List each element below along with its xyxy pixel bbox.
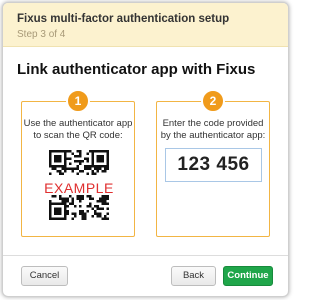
step-2-panel: 2 Enter the code provided by the authent… <box>156 89 270 237</box>
back-button[interactable]: Back <box>171 266 216 286</box>
step-1-instruction-line1: Use the authenticator app <box>23 118 133 129</box>
step-2-instruction-line2: by the authenticator app: <box>160 130 266 141</box>
cancel-button[interactable]: Cancel <box>21 266 68 286</box>
qr-example-label: EXAMPLE <box>44 180 114 196</box>
step-2-instruction: Enter the code provided by the authentic… <box>157 118 269 142</box>
step-2-badge: 2 <box>201 89 225 113</box>
dialog-footer: Cancel Back Continue <box>3 255 288 296</box>
step-2-instruction-line1: Enter the code provided <box>162 118 264 129</box>
page-title: Link authenticator app with Fixus <box>17 61 256 78</box>
dialog-title: Fixus multi-factor authentication setup <box>17 13 230 25</box>
mfa-setup-dialog: Fixus multi-factor authentication setup … <box>2 2 289 297</box>
continue-button[interactable]: Continue <box>223 266 273 286</box>
step-1-badge: 1 <box>66 89 90 113</box>
step-1-instruction: Use the authenticator app to scan the QR… <box>22 118 134 142</box>
verification-code-input[interactable]: 123 456 <box>165 148 262 182</box>
step-indicator: Step 3 of 4 <box>17 29 66 40</box>
step-1-instruction-line2: to scan the QR code: <box>33 130 123 141</box>
dialog-header: Fixus multi-factor authentication setup … <box>3 3 288 47</box>
step-1-panel: 1 Use the authenticator app to scan the … <box>21 89 135 237</box>
